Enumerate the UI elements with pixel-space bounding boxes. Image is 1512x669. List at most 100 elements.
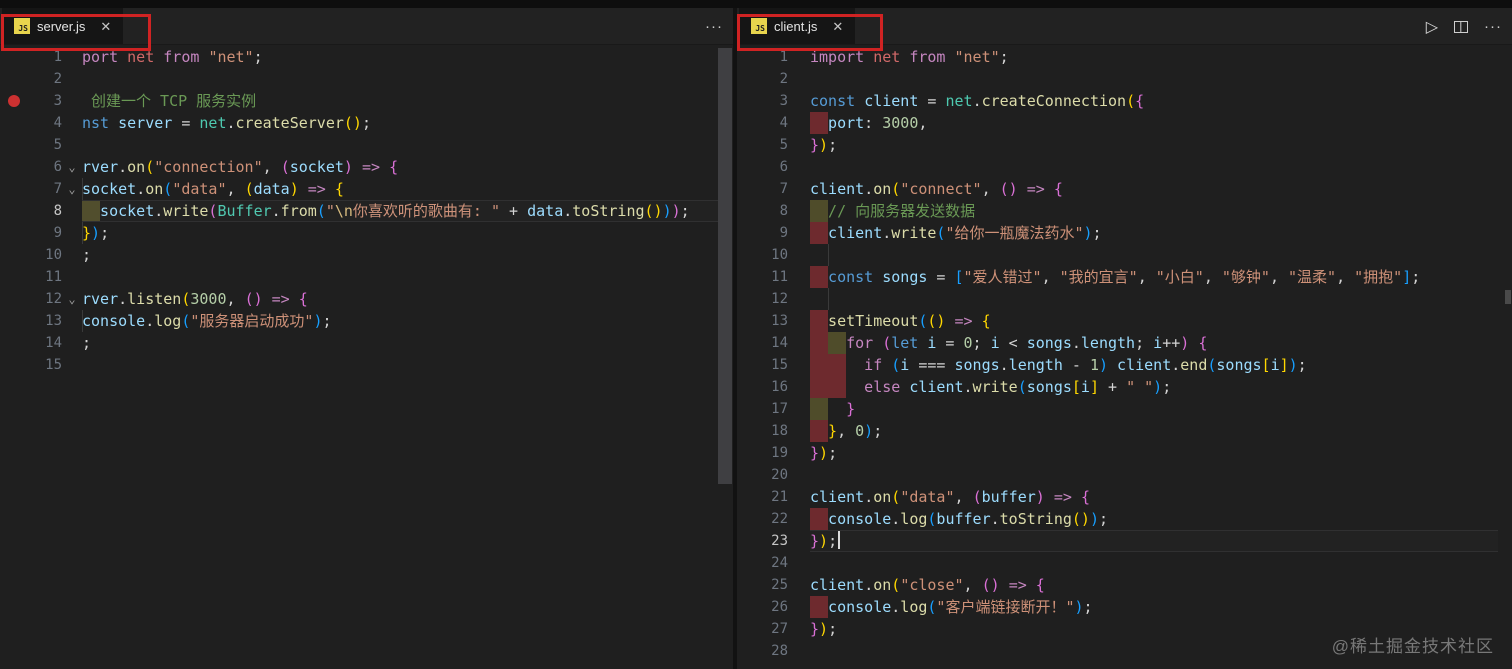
gutter[interactable]: 5 bbox=[0, 134, 82, 156]
code-line[interactable]: 15 bbox=[0, 354, 733, 376]
code-line-content[interactable]: socket.write(Buffer.from("\n你喜欢听的歌曲有: " … bbox=[82, 200, 733, 222]
gutter[interactable]: 14 bbox=[0, 332, 82, 354]
code-line[interactable]: 1 port net from "net"; bbox=[0, 46, 733, 68]
code-line[interactable]: 10 bbox=[737, 244, 1512, 266]
code-line[interactable]: 21 client.on("data", (buffer) => { bbox=[737, 486, 1512, 508]
code-line-content[interactable] bbox=[810, 68, 1512, 90]
breakpoint-margin[interactable] bbox=[0, 178, 28, 200]
fold-chevron-icon[interactable]: ⌄ bbox=[62, 288, 82, 310]
code-line[interactable]: 3 const client = net.createConnection({ bbox=[737, 90, 1512, 112]
more-actions-icon[interactable]: ··· bbox=[705, 18, 723, 35]
code-editor-server[interactable]: 1 port net from "net"; 2 3 创建一个 TCP 服务实例 4 ns… bbox=[0, 45, 733, 376]
gutter[interactable]: 20 bbox=[737, 464, 810, 486]
tab-server-js[interactable]: JS server.js ✕ bbox=[2, 8, 124, 44]
close-tab-icon[interactable]: ✕ bbox=[832, 20, 843, 33]
gutter[interactable]: 1 bbox=[737, 46, 810, 68]
gutter[interactable]: 25 bbox=[737, 574, 810, 596]
gutter[interactable]: 11 bbox=[0, 266, 82, 288]
code-line-content[interactable]: socket.on("data", (data) => { bbox=[82, 178, 733, 200]
code-line[interactable]: 12 ⌄ rver.listen(3000, () => { bbox=[0, 288, 733, 310]
gutter[interactable]: 4 bbox=[737, 112, 810, 134]
code-line-content[interactable]: }, 0); bbox=[810, 420, 1512, 442]
fold-chevron-icon[interactable]: ⌄ bbox=[62, 156, 82, 178]
code-line[interactable]: 16 else client.write(songs[i] + " "); bbox=[737, 376, 1512, 398]
code-line[interactable]: 11 bbox=[0, 266, 733, 288]
gutter[interactable]: 2 bbox=[0, 68, 82, 90]
code-line-content[interactable] bbox=[810, 464, 1512, 486]
code-line-content[interactable]: else client.write(songs[i] + " "); bbox=[810, 376, 1512, 398]
code-line[interactable]: 20 bbox=[737, 464, 1512, 486]
code-line[interactable]: 8 // 向服务器发送数据 bbox=[737, 200, 1512, 222]
code-line[interactable]: 24 bbox=[737, 552, 1512, 574]
code-line[interactable]: 22 console.log(buffer.toString()); bbox=[737, 508, 1512, 530]
code-line[interactable]: 14 for (let i = 0; i < songs.length; i++)… bbox=[737, 332, 1512, 354]
code-line[interactable]: 9}); bbox=[0, 222, 733, 244]
breakpoint-margin[interactable] bbox=[0, 200, 28, 222]
gutter[interactable]: 23 bbox=[737, 530, 810, 552]
gutter[interactable]: 15 bbox=[0, 354, 82, 376]
code-line[interactable]: 15 if (i === songs.length - 1) client.en… bbox=[737, 354, 1512, 376]
code-line[interactable]: 12 bbox=[737, 288, 1512, 310]
code-line[interactable]: 8 socket.write(Buffer.from("\n你喜欢听的歌曲有: "… bbox=[0, 200, 733, 222]
gutter[interactable]: 3 bbox=[0, 90, 82, 112]
gutter[interactable]: 5 bbox=[737, 134, 810, 156]
code-line-content[interactable]: console.log("服务器启动成功"); bbox=[82, 310, 733, 332]
breakpoint-margin[interactable] bbox=[0, 134, 28, 156]
code-line-content[interactable]: console.log("客户端链接断开！"); bbox=[810, 596, 1512, 618]
gutter[interactable]: 7 ⌄ bbox=[0, 178, 82, 200]
gutter[interactable]: 28 bbox=[737, 640, 810, 662]
gutter[interactable]: 27 bbox=[737, 618, 810, 640]
gutter[interactable]: 13 bbox=[0, 310, 82, 332]
code-line-content[interactable]: }); bbox=[82, 222, 733, 244]
breakpoint-margin[interactable] bbox=[0, 112, 28, 134]
code-line-content[interactable]: client.on("connect", () => { bbox=[810, 178, 1512, 200]
vertical-scrollbar[interactable] bbox=[718, 46, 732, 669]
split-editor-icon[interactable] bbox=[1454, 20, 1468, 33]
code-line[interactable]: 1 import net from "net"; bbox=[737, 46, 1512, 68]
code-line-content[interactable]: setTimeout(() => { bbox=[810, 310, 1512, 332]
code-line[interactable]: 6 ⌄ rver.on("connection", (socket) => { bbox=[0, 156, 733, 178]
code-line-content[interactable]: } bbox=[810, 398, 1512, 420]
gutter[interactable]: 26 bbox=[737, 596, 810, 618]
code-line-content[interactable]: client.on("data", (buffer) => { bbox=[810, 486, 1512, 508]
code-line[interactable]: 10; bbox=[0, 244, 733, 266]
code-line[interactable]: 3 创建一个 TCP 服务实例 bbox=[0, 90, 733, 112]
breakpoint-margin[interactable] bbox=[0, 46, 28, 68]
code-line-content[interactable]: nst server = net.createServer(); bbox=[82, 112, 733, 134]
gutter[interactable]: 13 bbox=[737, 310, 810, 332]
code-line[interactable]: 7 client.on("connect", () => { bbox=[737, 178, 1512, 200]
code-line[interactable]: 18}, 0); bbox=[737, 420, 1512, 442]
gutter[interactable]: 15 bbox=[737, 354, 810, 376]
code-line[interactable]: 23}); bbox=[737, 530, 1512, 552]
code-line-content[interactable] bbox=[82, 68, 733, 90]
gutter[interactable]: 22 bbox=[737, 508, 810, 530]
gutter[interactable]: 9 bbox=[737, 222, 810, 244]
gutter[interactable]: 11 bbox=[737, 266, 810, 288]
gutter[interactable]: 16 bbox=[737, 376, 810, 398]
code-line-content[interactable]: if (i === songs.length - 1) client.end(s… bbox=[810, 354, 1512, 376]
code-line-content[interactable]: console.log(buffer.toString()); bbox=[810, 508, 1512, 530]
code-line-content[interactable] bbox=[810, 156, 1512, 178]
code-line[interactable]: 13 console.log("服务器启动成功"); bbox=[0, 310, 733, 332]
code-line-content[interactable] bbox=[810, 288, 1512, 310]
gutter[interactable]: 4 bbox=[0, 112, 82, 134]
code-line[interactable]: 2 bbox=[737, 68, 1512, 90]
gutter[interactable]: 17 bbox=[737, 398, 810, 420]
code-line-content[interactable]: }); bbox=[810, 530, 1512, 552]
breakpoint-margin[interactable] bbox=[0, 68, 28, 90]
more-actions-icon[interactable]: ··· bbox=[1484, 18, 1502, 35]
gutter[interactable]: 6 ⌄ bbox=[0, 156, 82, 178]
gutter[interactable]: 12 bbox=[737, 288, 810, 310]
gutter[interactable]: 12 ⌄ bbox=[0, 288, 82, 310]
gutter[interactable]: 21 bbox=[737, 486, 810, 508]
code-line[interactable]: 5}); bbox=[737, 134, 1512, 156]
breakpoint-icon[interactable] bbox=[8, 95, 20, 107]
code-line[interactable]: 14; bbox=[0, 332, 733, 354]
code-line-content[interactable]: }); bbox=[810, 442, 1512, 464]
breakpoint-margin[interactable] bbox=[0, 156, 28, 178]
code-line[interactable]: 19}); bbox=[737, 442, 1512, 464]
code-line-content[interactable] bbox=[82, 354, 733, 376]
run-file-icon[interactable]: ▷ bbox=[1426, 17, 1438, 37]
code-line[interactable]: 6 bbox=[737, 156, 1512, 178]
gutter[interactable]: 24 bbox=[737, 552, 810, 574]
